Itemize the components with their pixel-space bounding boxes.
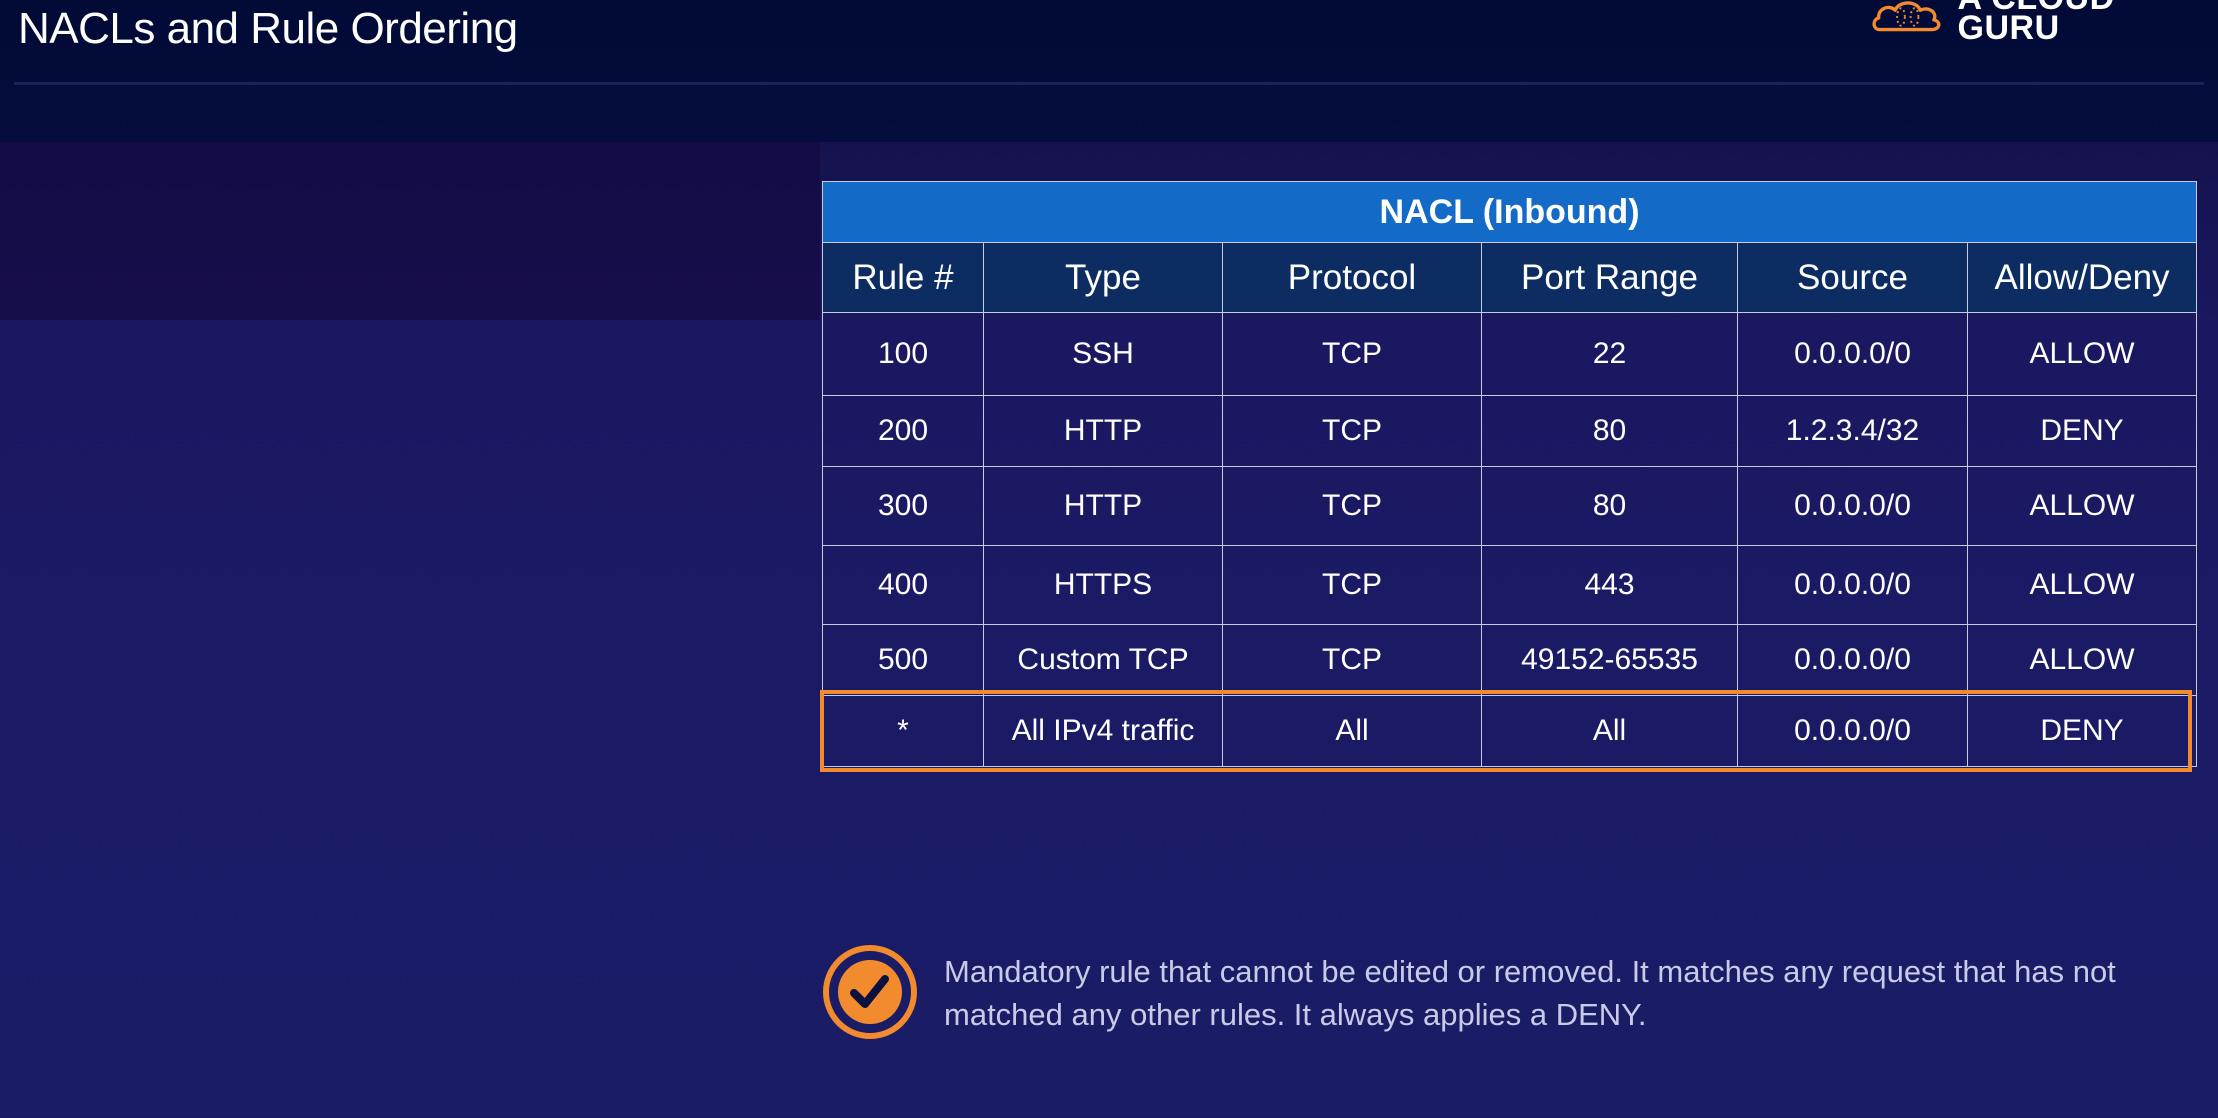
cell-rule-number: 500: [822, 624, 984, 696]
cell-port-range: 22: [1481, 312, 1738, 396]
cell-protocol: All: [1222, 695, 1482, 767]
cell-allow-deny: ALLOW: [1966, 545, 2198, 625]
cell-allow-deny: DENY: [1966, 695, 2198, 767]
cell-rule-number: *: [822, 695, 984, 767]
cell-port-range: 80: [1481, 395, 1738, 467]
cell-rule-number: 100: [822, 312, 984, 396]
column-header-source: Source: [1737, 242, 1968, 313]
column-header-rule-number: Rule #: [822, 242, 984, 313]
cell-port-range: 443: [1481, 545, 1738, 625]
cell-rule-number: 200: [822, 395, 984, 467]
note-text: Mandatory rule that cannot be edited or …: [944, 954, 2116, 1032]
cell-source: 0.0.0.0/0: [1737, 545, 1968, 625]
table-row: 100 SSH TCP 22 0.0.0.0/0 ALLOW: [822, 312, 2198, 396]
page-title: NACLs and Rule Ordering: [18, 4, 518, 53]
table-row: 300 HTTP TCP 80 0.0.0.0/0 ALLOW: [822, 466, 2198, 546]
column-header-protocol: Protocol: [1222, 242, 1482, 313]
cell-type: Custom TCP: [983, 624, 1223, 696]
header-divider: [14, 82, 2204, 85]
cell-protocol: TCP: [1222, 624, 1482, 696]
cell-source: 0.0.0.0/0: [1737, 466, 1968, 546]
cell-allow-deny: ALLOW: [1966, 624, 2198, 696]
logo-text: A CLOUD GURU: [1957, 0, 2115, 47]
cell-port-range: 80: [1481, 466, 1738, 546]
cell-port-range: All: [1481, 695, 1738, 767]
cell-source: 0.0.0.0/0: [1737, 624, 1968, 696]
table-row: 500 Custom TCP TCP 49152-65535 0.0.0.0/0…: [822, 624, 2198, 696]
cell-source: 1.2.3.4/32: [1737, 395, 1968, 467]
cell-rule-number: 400: [822, 545, 984, 625]
logo: A CLOUD GURU: [1870, 0, 2218, 45]
table-caption-row: NACL (Inbound): [821, 181, 2198, 243]
cell-allow-deny: ALLOW: [1966, 312, 2198, 396]
cell-protocol: TCP: [1222, 312, 1482, 396]
cell-type: HTTP: [983, 466, 1223, 546]
table-caption: NACL (Inbound): [821, 181, 2198, 243]
cell-type: All IPv4 traffic: [983, 695, 1223, 767]
cell-source: 0.0.0.0/0: [1737, 695, 1968, 767]
column-header-type: Type: [983, 242, 1223, 313]
cell-allow-deny: DENY: [1966, 395, 2198, 467]
background-tint: [0, 142, 820, 320]
table-row-default-deny: * All IPv4 traffic All All 0.0.0.0/0 DEN…: [822, 695, 2198, 767]
cell-protocol: TCP: [1222, 466, 1482, 546]
nacl-inbound-table: NACL (Inbound) Rule # Type Protocol Port…: [821, 181, 2198, 767]
column-header-port-range: Port Range: [1481, 242, 1738, 313]
cell-type: SSH: [983, 312, 1223, 396]
cell-protocol: TCP: [1222, 545, 1482, 625]
table-header-row: Rule # Type Protocol Port Range Source A…: [822, 242, 2198, 313]
mandatory-rule-note: Mandatory rule that cannot be edited or …: [822, 944, 2218, 1040]
cell-type: HTTP: [983, 395, 1223, 467]
cell-port-range: 49152-65535: [1481, 624, 1738, 696]
cell-allow-deny: ALLOW: [1966, 466, 2198, 546]
cloud-icon: [1872, 1, 1941, 32]
cell-rule-number: 300: [822, 466, 984, 546]
table-row: 400 HTTPS TCP 443 0.0.0.0/0 ALLOW: [822, 545, 2198, 625]
cell-source: 0.0.0.0/0: [1737, 312, 1968, 396]
cell-type: HTTPS: [983, 545, 1223, 625]
table-row: 200 HTTP TCP 80 1.2.3.4/32 DENY: [822, 395, 2198, 467]
cell-protocol: TCP: [1222, 395, 1482, 467]
column-header-allow-deny: Allow/Deny: [1966, 242, 2198, 313]
check-circle-icon: [823, 945, 917, 1039]
